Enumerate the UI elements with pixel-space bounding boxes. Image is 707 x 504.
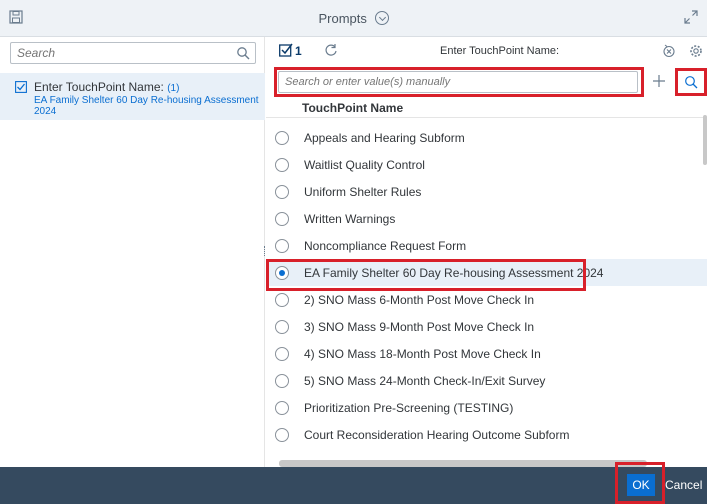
clear-selection-icon[interactable]	[662, 44, 676, 58]
column-header: TouchPoint Name	[266, 99, 707, 118]
prompt-item-value: EA Family Shelter 60 Day Re-housing Asse…	[34, 95, 259, 117]
cancel-button[interactable]: Cancel	[665, 478, 702, 492]
highlight-box-search	[274, 67, 644, 97]
value-row[interactable]: Appeals and Hearing Subform	[266, 124, 707, 151]
radio-button[interactable]	[275, 212, 289, 226]
value-toolbar: 1 Enter TouchPoint Name:	[266, 37, 707, 66]
horizontal-scrollbar[interactable]	[279, 460, 647, 467]
value-row-label: Appeals and Hearing Subform	[304, 131, 465, 145]
prompt-item-label: Enter TouchPoint Name: (1)	[34, 80, 179, 94]
dialog-header: Prompts	[0, 0, 707, 37]
radio-button[interactable]	[275, 320, 289, 334]
value-selection-panel: 1 Enter TouchPoint Name: TouchPoint Name	[266, 37, 707, 467]
radio-button[interactable]	[275, 293, 289, 307]
value-row[interactable]: Prioritization Pre-Screening (TESTING)	[266, 394, 707, 421]
radio-button[interactable]	[275, 347, 289, 361]
highlight-box-ok	[615, 462, 665, 504]
value-row-label: Uniform Shelter Rules	[304, 185, 422, 199]
value-row-label: 3) SNO Mass 9-Month Post Move Check In	[304, 320, 535, 334]
prompt-label: Enter TouchPoint Name:	[440, 45, 560, 57]
column-header-label: TouchPoint Name	[302, 101, 404, 115]
radio-button[interactable]	[275, 239, 289, 253]
gear-icon[interactable]	[689, 44, 703, 58]
vertical-scrollbar[interactable]	[703, 115, 707, 165]
radio-button[interactable]	[275, 374, 289, 388]
checkbox-checked-icon	[15, 81, 27, 93]
value-row[interactable]: 4) SNO Mass 18-Month Post Move Check In	[266, 340, 707, 367]
prompt-item-count: (1)	[167, 83, 180, 94]
highlight-box-search-button	[675, 68, 707, 96]
select-all-icon[interactable]	[279, 43, 293, 57]
value-row-label: Prioritization Pre-Screening (TESTING)	[304, 401, 514, 415]
chevron-down-icon[interactable]	[374, 11, 389, 25]
dialog-footer: OK Cancel	[0, 467, 707, 504]
dialog-title-text: Prompts	[318, 11, 367, 26]
highlight-box-selected-row	[266, 259, 586, 291]
prompt-item-name: Enter TouchPoint Name:	[34, 80, 164, 94]
value-row-label: Written Warnings	[304, 212, 396, 226]
radio-button[interactable]	[275, 131, 289, 145]
value-row-label: Noncompliance Request Form	[304, 239, 467, 253]
value-row[interactable]: Written Warnings	[266, 205, 707, 232]
selected-count: 1	[295, 44, 302, 58]
radio-button[interactable]	[275, 158, 289, 172]
radio-button[interactable]	[275, 185, 289, 199]
value-row[interactable]: Court Reconsideration Hearing Outcome Su…	[266, 421, 707, 448]
value-row[interactable]: Noncompliance Request Form	[266, 232, 707, 259]
value-row-label: 2) SNO Mass 6-Month Post Move Check In	[304, 293, 535, 307]
prompt-item[interactable]: Enter TouchPoint Name: (1) EA Family She…	[0, 73, 265, 120]
value-row-label: 5) SNO Mass 24-Month Check-In/Exit Surve…	[304, 374, 546, 388]
prompt-search-input[interactable]	[11, 43, 231, 63]
value-row[interactable]: 5) SNO Mass 24-Month Check-In/Exit Surve…	[266, 367, 707, 394]
value-row[interactable]: 3) SNO Mass 9-Month Post Move Check In	[266, 313, 707, 340]
prompt-search	[10, 42, 256, 64]
refresh-icon[interactable]	[324, 43, 338, 57]
value-row[interactable]: Waitlist Quality Control	[266, 151, 707, 178]
radio-button[interactable]	[275, 401, 289, 415]
dialog-title: Prompts	[0, 11, 707, 26]
expand-icon[interactable]	[684, 10, 698, 24]
value-row-label: Waitlist Quality Control	[304, 158, 425, 172]
value-row[interactable]: Uniform Shelter Rules	[266, 178, 707, 205]
value-row-label: 4) SNO Mass 18-Month Post Move Check In	[304, 347, 541, 361]
prompt-list-panel: Enter TouchPoint Name: (1) EA Family She…	[0, 37, 265, 467]
add-value-icon[interactable]	[652, 74, 666, 88]
radio-button[interactable]	[275, 428, 289, 442]
value-row-label: Court Reconsideration Hearing Outcome Su…	[304, 428, 570, 442]
search-icon[interactable]	[236, 46, 250, 60]
